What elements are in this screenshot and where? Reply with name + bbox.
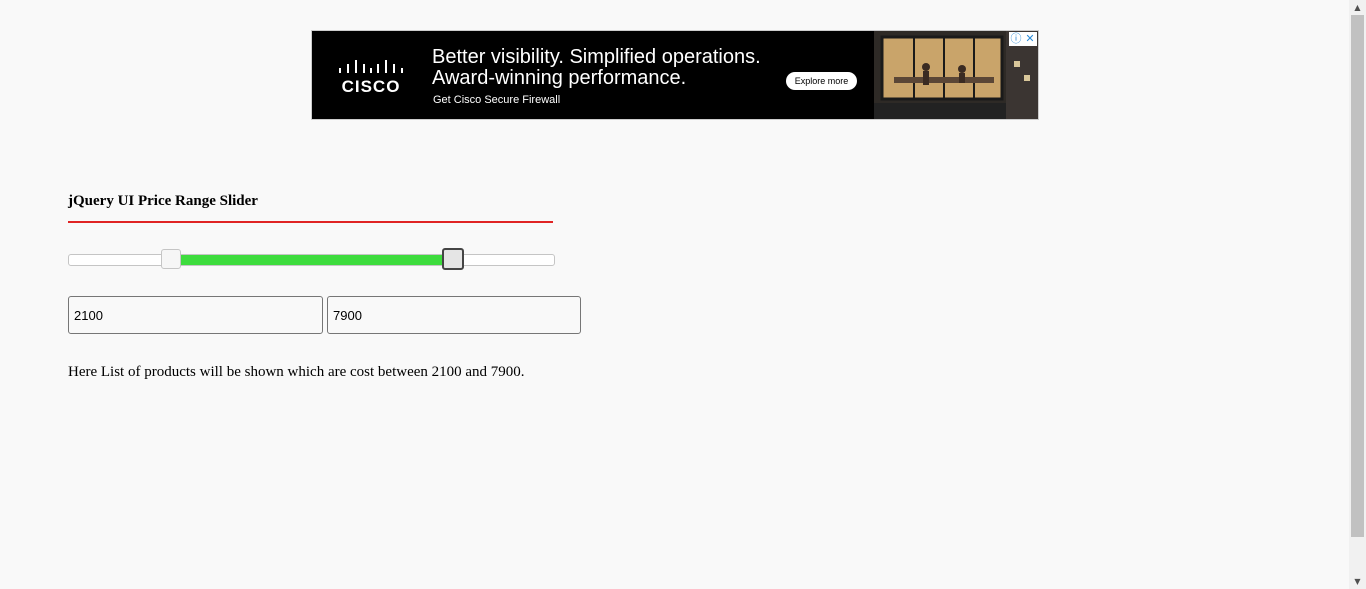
scroll-down-icon[interactable]: ▼ — [1349, 574, 1366, 589]
min-price-input[interactable] — [68, 296, 323, 334]
cisco-logo: CISCO — [338, 59, 404, 96]
slider-min-handle[interactable] — [160, 249, 181, 269]
ad-headline-line1[interactable]: Better visibility. Simplified operations… — [432, 47, 792, 68]
ad-headline-line2[interactable]: Award-winning performance. — [432, 68, 792, 89]
price-range-slider[interactable] — [68, 248, 555, 270]
result-text: Here List of products will be shown whic… — [68, 364, 525, 380]
cisco-logo-text: CISCO — [341, 77, 401, 96]
scrollbar-thumb[interactable] — [1351, 15, 1364, 537]
slider-max-handle[interactable] — [442, 248, 465, 270]
cisco-bars-icon — [339, 60, 403, 73]
max-price-input[interactable] — [327, 296, 581, 334]
ad-banner[interactable]: CISCO Better visibility. Simplified oper… — [311, 30, 1039, 120]
ad-subline[interactable]: Get Cisco Secure Firewall — [433, 94, 560, 106]
page-title: jQuery UI Price Range Slider — [68, 193, 258, 209]
vertical-scrollbar[interactable]: ▲ ▼ — [1349, 0, 1366, 589]
scroll-up-icon[interactable]: ▲ — [1349, 0, 1366, 15]
ad-headline[interactable]: Better visibility. Simplified operations… — [432, 47, 792, 89]
slider-selected-range — [170, 255, 453, 265]
ad-info-icon[interactable]: ⓘ — [1009, 32, 1023, 46]
title-underline — [68, 221, 553, 223]
ad-close-icon[interactable]: ✕ — [1023, 32, 1037, 46]
explore-more-button[interactable]: Explore more — [786, 72, 857, 90]
